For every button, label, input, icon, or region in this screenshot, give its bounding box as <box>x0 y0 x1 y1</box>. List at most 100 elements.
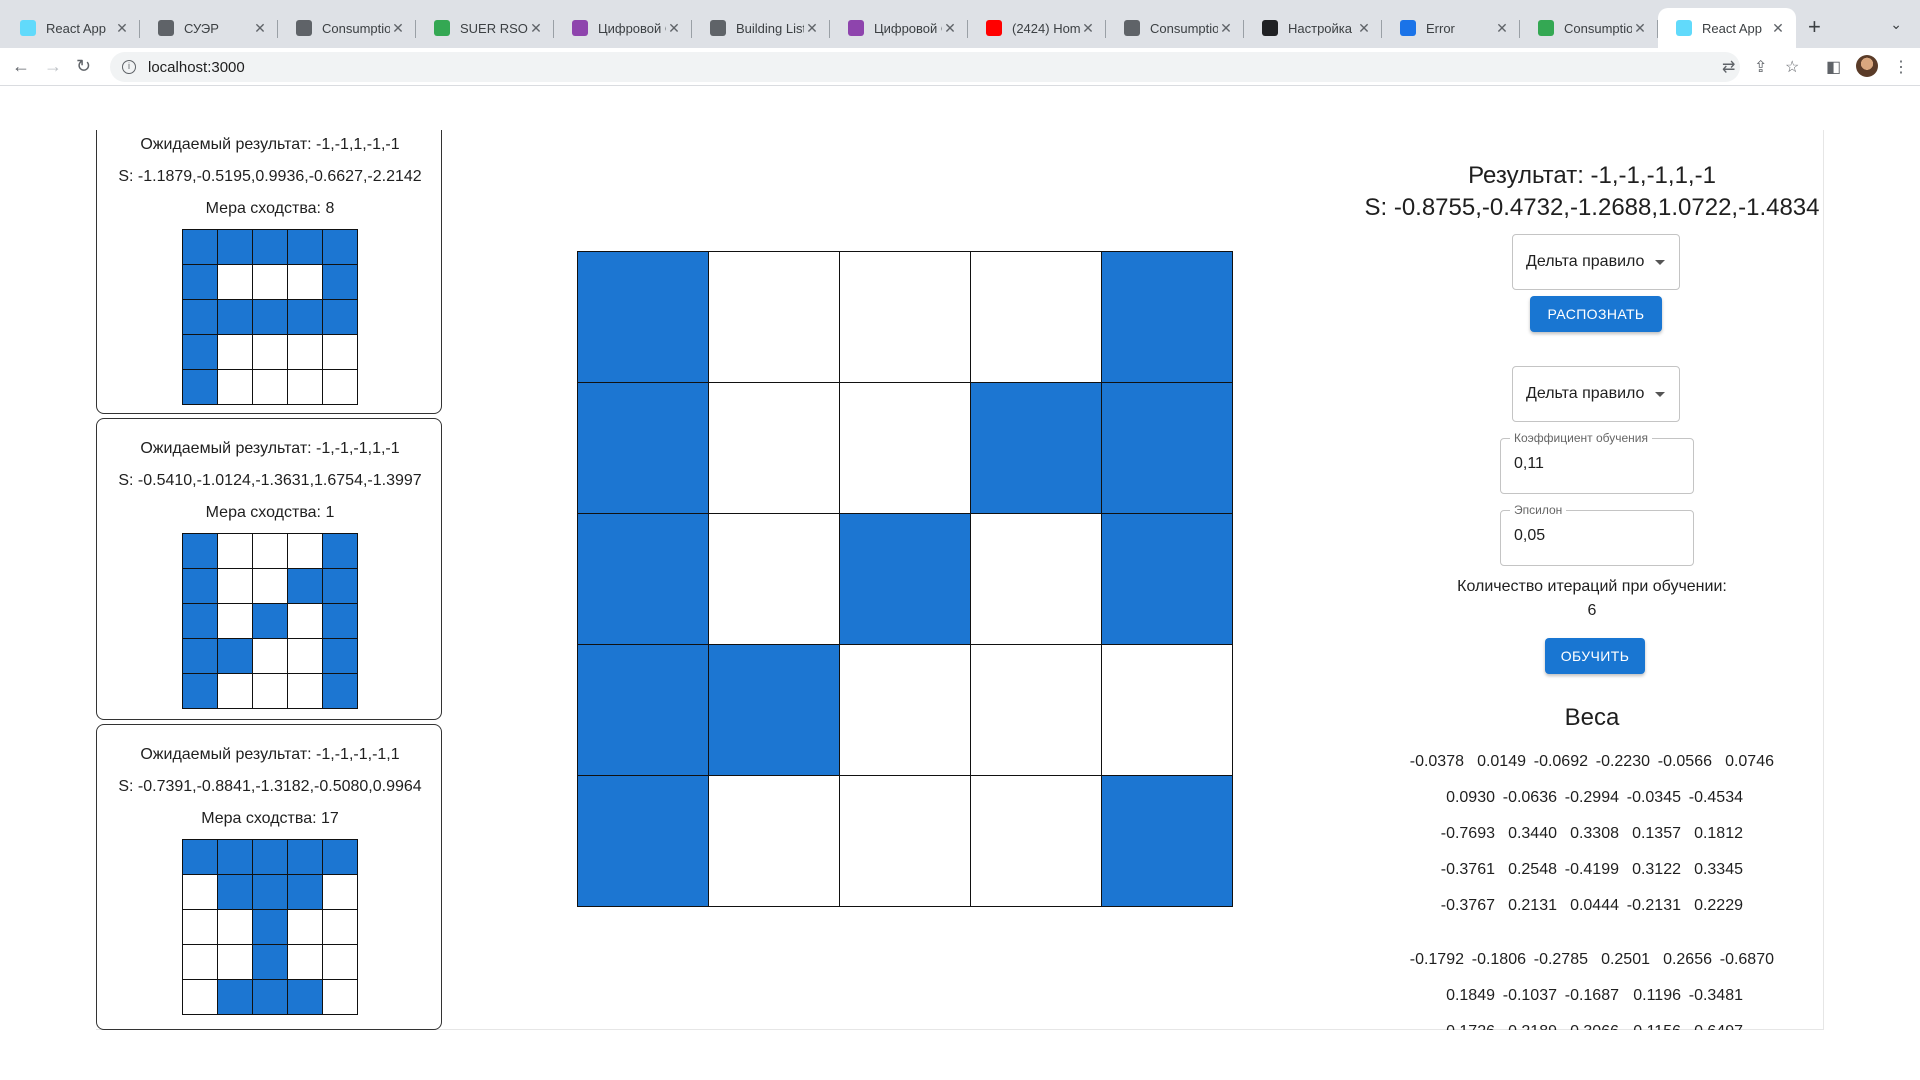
input-grid-cell[interactable] <box>970 513 1102 645</box>
input-grid-cell[interactable] <box>708 382 840 514</box>
grid-cell <box>217 874 253 910</box>
menu-kebab-icon[interactable]: ⋮ <box>1893 57 1909 77</box>
reload-icon[interactable]: ↻ <box>76 56 91 77</box>
learning-rate-value: 0,11 <box>1514 455 1544 472</box>
close-tab-icon[interactable]: ✕ <box>114 20 130 37</box>
grid-cell <box>182 944 218 980</box>
translate-icon[interactable]: ⇄ <box>1722 57 1735 77</box>
weight-value: 0.6497 <box>1685 1014 1747 1030</box>
recognize-method-select[interactable]: Дельта правило <box>1512 234 1680 290</box>
similarity-text: Мера сходства: 8 <box>205 200 335 217</box>
close-tab-icon[interactable]: ✕ <box>666 20 682 37</box>
close-tab-icon[interactable]: ✕ <box>1218 20 1234 37</box>
close-tab-icon[interactable]: ✕ <box>252 20 268 37</box>
browser-tab[interactable]: Consumption✕ <box>278 8 416 48</box>
input-grid-cell[interactable] <box>970 382 1102 514</box>
input-grid-cell[interactable] <box>839 251 971 383</box>
browser-tab[interactable]: React App ✕ <box>2 8 140 48</box>
weight-value: -0.2994 <box>1564 789 1619 806</box>
browser-tab[interactable]: СУЭР ✕ <box>140 8 278 48</box>
epsilon-label: Эпсилон <box>1510 503 1567 517</box>
input-grid-cell[interactable] <box>1101 775 1233 907</box>
new-tab-button[interactable]: + <box>1808 14 1821 40</box>
input-grid-cell[interactable] <box>970 251 1102 383</box>
grid-cell <box>322 944 358 980</box>
close-tab-icon[interactable]: ✕ <box>528 20 544 37</box>
browser-tab[interactable]: Цифровой С✕ <box>830 8 968 48</box>
input-grid-cell[interactable] <box>839 775 971 907</box>
back-arrow-icon[interactable]: ← <box>12 56 30 77</box>
grid-cell <box>217 673 253 709</box>
browser-toolbar: ← → ↻ i localhost:3000 ⇄ ⇪ ☆ ◧ ⋮ <box>0 48 1920 86</box>
browser-tab[interactable]: Error ✕ <box>1382 8 1520 48</box>
input-grid-cell[interactable] <box>577 382 709 514</box>
input-grid-cell[interactable] <box>1101 513 1233 645</box>
browser-tab[interactable]: Цифровой С✕ <box>554 8 692 48</box>
weights-table: -0.0378 0.0149 -0.0692 -0.2230 -0.0566 0.0746… <box>1360 744 1824 1030</box>
tab-title: Consumption <box>322 20 390 36</box>
recognize-method-value: Дельта правило <box>1526 253 1645 270</box>
input-grid-cell[interactable] <box>839 644 971 776</box>
browser-tab[interactable]: Consumption✕ <box>1106 8 1244 48</box>
close-tab-icon[interactable]: ✕ <box>1494 20 1510 37</box>
input-grid-cell[interactable] <box>708 251 840 383</box>
grid-cell <box>322 533 358 569</box>
input-grid-cell[interactable] <box>1101 644 1233 776</box>
input-grid-cell[interactable] <box>708 513 840 645</box>
profile-avatar[interactable] <box>1856 55 1878 77</box>
close-tab-icon[interactable]: ✕ <box>942 20 958 37</box>
weight-value: -0.6870 <box>1719 951 1774 968</box>
close-tab-icon[interactable]: ✕ <box>1080 20 1096 37</box>
recognize-button[interactable]: РАСПОЗНАТЬ <box>1530 296 1662 332</box>
input-grid-cell[interactable] <box>577 644 709 776</box>
close-tab-icon[interactable]: ✕ <box>1770 20 1786 37</box>
training-method-select[interactable]: Дельта правило <box>1512 366 1680 422</box>
bookmark-star-icon[interactable]: ☆ <box>1785 57 1799 77</box>
learning-rate-field[interactable]: Коэффициент обучения 0,11 <box>1500 431 1694 494</box>
input-grid-cell[interactable] <box>1101 251 1233 383</box>
weight-value: 0.2189 <box>1499 1014 1561 1030</box>
grid-cell <box>182 638 218 674</box>
close-tab-icon[interactable]: ✕ <box>1632 20 1648 37</box>
similarity-text: Мера сходства: 17 <box>201 810 339 827</box>
input-grid-cell[interactable] <box>708 775 840 907</box>
tab-title: Building List <box>736 20 804 36</box>
browser-tab[interactable]: Настройка ✕ <box>1244 8 1382 48</box>
weight-value: 0.2501 <box>1601 951 1650 968</box>
browser-tab[interactable]: SUER RSO A✕ <box>416 8 554 48</box>
close-tab-icon[interactable]: ✕ <box>804 20 820 37</box>
share-icon[interactable]: ⇪ <box>1754 57 1767 77</box>
epsilon-field[interactable]: Эпсилон 0,05 <box>1500 503 1694 566</box>
grid-cell <box>252 369 288 405</box>
tab-search-chevron-icon[interactable]: ⌄ <box>1890 16 1902 33</box>
close-tab-icon[interactable]: ✕ <box>1356 20 1372 37</box>
input-grid-cell[interactable] <box>970 644 1102 776</box>
close-tab-icon[interactable]: ✕ <box>390 20 406 37</box>
input-grid-cell[interactable] <box>839 513 971 645</box>
grid-cell <box>322 979 358 1015</box>
browser-tab[interactable]: Consumption✕ <box>1520 8 1658 48</box>
samples-list: Ожидаемый результат: -1,-1,1,-1,-1 S: -1.… <box>96 130 442 1030</box>
train-button[interactable]: ОБУЧИТЬ <box>1545 638 1645 674</box>
browser-tab[interactable]: React App ✕ <box>1658 8 1796 48</box>
input-grid-cell[interactable] <box>708 644 840 776</box>
forward-arrow-icon[interactable]: → <box>44 56 62 77</box>
site-info-icon[interactable]: i <box>122 60 136 74</box>
input-grid-cell[interactable] <box>1101 382 1233 514</box>
grid-cell <box>252 944 288 980</box>
input-grid-cell[interactable] <box>970 775 1102 907</box>
youtube-icon <box>986 20 1002 36</box>
side-panel-icon[interactable]: ◧ <box>1826 57 1841 77</box>
grid-cell <box>182 369 218 405</box>
weight-value: 0.0930 <box>1446 789 1495 806</box>
address-bar[interactable]: i localhost:3000 <box>110 52 1740 82</box>
browser-tab[interactable]: (2424) Home✕ <box>968 8 1106 48</box>
input-grid-cell[interactable] <box>577 775 709 907</box>
browser-tab[interactable]: Building List ✕ <box>692 8 830 48</box>
grid-cell <box>217 229 253 265</box>
grid-cell <box>322 874 358 910</box>
input-grid-cell[interactable] <box>577 251 709 383</box>
weight-value: 0.1196 <box>1633 987 1681 1004</box>
input-grid-cell[interactable] <box>839 382 971 514</box>
input-grid-cell[interactable] <box>577 513 709 645</box>
